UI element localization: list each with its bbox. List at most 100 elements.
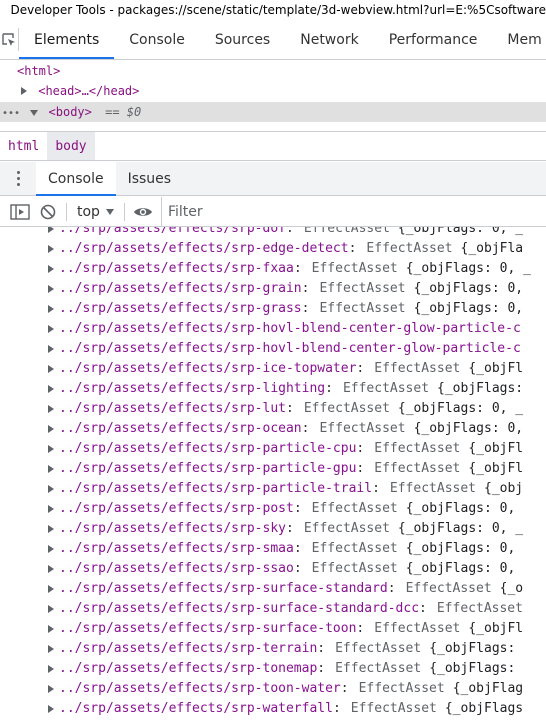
breadcrumb-body[interactable]: body (47, 132, 95, 160)
expand-triangle-icon[interactable] (48, 645, 54, 653)
ellipsis-icon[interactable]: ••• (2, 108, 20, 119)
live-expression-button[interactable] (129, 198, 157, 226)
expand-triangle-icon[interactable] (48, 605, 54, 613)
expand-triangle-icon[interactable] (48, 465, 54, 473)
log-path: ../srp/assets/effects/srp-toon-water (59, 681, 341, 696)
console-log-line[interactable]: ../srp/assets/effects/srp-ocean: EffectAs… (0, 419, 523, 439)
drawer-tab-issues[interactable]: Issues (116, 162, 184, 195)
console-log-line[interactable]: ../srp/assets/effects/srp-ssao: EffectAss… (0, 559, 515, 579)
log-separator: : (325, 381, 333, 396)
expand-triangle-icon[interactable] (48, 305, 54, 313)
console-log-line[interactable]: ../srp/assets/effects/srp-toon-water: Eff… (0, 679, 523, 699)
expand-triangle-icon[interactable] (48, 485, 54, 493)
console-log-line[interactable]: ../srp/assets/effects/srp-surface-standa… (0, 599, 523, 619)
log-object-preview: {_objFlags: (437, 381, 524, 396)
console-log-line[interactable]: ../srp/assets/effects/srp-lut: EffectAsse… (0, 399, 523, 419)
expand-triangle-icon[interactable] (48, 565, 54, 573)
kebab-menu-icon[interactable] (0, 162, 36, 195)
dom-node-html[interactable]: <html> (0, 61, 546, 81)
log-separator: : (317, 661, 326, 676)
log-path: ../srp/assets/effects/srp-particle-gpu (59, 461, 357, 476)
clear-console-button[interactable] (34, 198, 62, 226)
window-title: Developer Tools - packages://scene/stati… (10, 3, 546, 17)
live-expression-eye-icon (133, 207, 152, 216)
tag-text: <html> (17, 64, 61, 78)
collapse-triangle-icon[interactable] (30, 110, 39, 116)
console-log-line[interactable]: ../srp/assets/effects/srp-terrain: Effect… (0, 639, 515, 659)
expand-triangle-icon[interactable] (48, 385, 54, 393)
tab-performance[interactable]: Performance (374, 20, 493, 59)
console-log-line[interactable]: ../srp/assets/effects/srp-tonemap: Effect… (0, 659, 515, 679)
log-object-preview: {_objFla (460, 241, 524, 256)
log-object-preview: {_objFlags: 0, _ (397, 227, 524, 236)
expand-triangle-icon[interactable] (48, 265, 54, 273)
expand-triangle-icon[interactable] (48, 625, 54, 633)
context-selector[interactable]: top (71, 204, 120, 220)
log-type: EffectAsset (311, 501, 398, 516)
log-separator: : (356, 621, 365, 636)
expand-triangle-icon[interactable] (48, 285, 54, 293)
log-separator: : (372, 481, 380, 496)
tab-sources[interactable]: Sources (200, 20, 285, 59)
expand-triangle-icon[interactable] (48, 525, 54, 533)
expand-triangle-icon[interactable] (48, 245, 54, 253)
tab-label: Console (129, 31, 185, 48)
log-type: EffectAsset (342, 381, 430, 396)
dom-node-partial (0, 123, 546, 131)
inspect-element-button[interactable] (0, 28, 19, 51)
console-log-line[interactable]: ../srp/assets/effects/srp-surface-standa… (0, 579, 523, 599)
console-log-line[interactable]: ../srp/assets/effects/srp-ice-topwater: E… (0, 359, 523, 379)
dom-node-head[interactable]: <head>…</head> (0, 81, 546, 101)
breadcrumb-html[interactable]: html (0, 132, 47, 160)
console-log-line[interactable]: ../srp/assets/effects/srp-grain: EffectAs… (0, 279, 523, 299)
tab-label: Sources (214, 31, 271, 48)
tab-label: Network (300, 31, 359, 48)
console-log-line[interactable]: ../srp/assets/effects/srp-smaa: EffectAss… (0, 539, 515, 559)
console-log-line[interactable]: ../srp/assets/effects/srp-lighting: Effec… (0, 379, 523, 399)
console-log-line[interactable]: ../srp/assets/effects/srp-hovl-blend-cen… (0, 319, 521, 339)
console-log-line[interactable]: ../srp/assets/effects/srp-particle-gpu: E… (0, 459, 523, 479)
console-log-line[interactable]: ../srp/assets/effects/srp-sky: EffectAsse… (0, 519, 523, 539)
expand-triangle-icon[interactable] (48, 227, 54, 233)
filter-input[interactable]: Filter (160, 197, 546, 226)
console-log-line[interactable]: ../srp/assets/effects/srp-edge-detect: Ef… (0, 239, 523, 259)
expand-triangle-icon[interactable] (48, 325, 54, 333)
console-log-line[interactable]: ../srp/assets/effects/srp-particle-trail… (0, 479, 523, 499)
console-log-line[interactable]: ../srp/assets/effects/srp-hovl-blend-cen… (0, 339, 521, 359)
console-toolbar: top Filter (0, 197, 546, 227)
console-log-line[interactable]: ../srp/assets/effects/srp-grass: EffectAs… (0, 299, 523, 319)
expand-triangle-icon[interactable] (48, 345, 54, 353)
dropdown-arrow-icon (105, 208, 114, 215)
expand-triangle-icon[interactable] (48, 705, 54, 713)
expand-triangle-icon[interactable] (48, 365, 54, 373)
expand-triangle-icon[interactable] (48, 505, 54, 513)
expand-triangle-icon[interactable] (48, 425, 54, 433)
tab-network[interactable]: Network (285, 20, 373, 59)
drawer-tab-console[interactable]: Console (36, 162, 116, 196)
log-type: EffectAsset (374, 361, 461, 376)
expand-triangle-icon[interactable] (48, 445, 54, 453)
expand-triangle-icon[interactable] (48, 585, 54, 593)
console-log-line[interactable]: ../srp/assets/effects/srp-dof: EffectAsse… (0, 227, 523, 239)
dom-node-body[interactable]: ••• <body> == $0 (0, 102, 546, 122)
expand-triangle-icon[interactable] (48, 545, 54, 553)
expand-triangle-icon[interactable] (21, 87, 27, 95)
expand-triangle-icon[interactable] (48, 665, 54, 673)
console-log-line[interactable]: ../srp/assets/effects/srp-fxaa: EffectAss… (0, 259, 531, 279)
log-path: ../srp/assets/effects/srp-smaa (59, 541, 294, 556)
log-object-preview: {_objFl (468, 441, 524, 456)
console-log-line[interactable]: ../srp/assets/effects/srp-particle-cpu: E… (0, 439, 523, 459)
log-object-preview: {_objFlags: 0, (405, 501, 516, 516)
expand-triangle-icon[interactable] (48, 685, 54, 693)
console-log-line[interactable]: ../srp/assets/effects/srp-post: EffectAss… (0, 499, 515, 519)
tab-console[interactable]: Console (114, 20, 200, 59)
log-type: EffectAsset (319, 281, 406, 296)
sidebar-toggle-button[interactable] (6, 198, 34, 226)
log-path: ../srp/assets/effects/srp-surface-standa… (59, 581, 388, 596)
console-log-line[interactable]: ../srp/assets/effects/srp-waterfall: Effe… (0, 699, 523, 719)
tab-elements[interactable]: Elements (19, 20, 115, 59)
log-path: ../srp/assets/effects/srp-fxaa (59, 261, 294, 276)
expand-triangle-icon[interactable] (48, 405, 54, 413)
tab-memory[interactable]: Mem (492, 20, 546, 59)
console-log-line[interactable]: ../srp/assets/effects/srp-surface-toon: E… (0, 619, 523, 639)
